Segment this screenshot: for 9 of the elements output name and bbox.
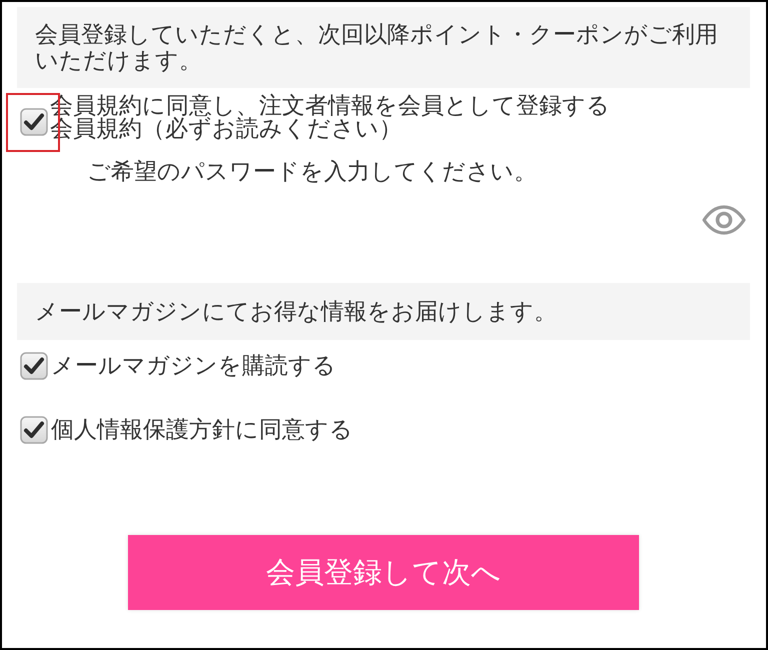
- password-prompt: ご希望のパスワードを入力してください。: [87, 159, 537, 185]
- checkbox-label[interactable]: メールマガジンを購読する: [51, 352, 336, 380]
- eye-icon[interactable]: [702, 205, 746, 235]
- checkbox-label[interactable]: 個人情報保護方針に同意する: [51, 416, 353, 444]
- checkbox[interactable]: [20, 108, 48, 136]
- notice-text: 会員登録していただくと、次回以降ポイント・クーポンがご利用いただけます。: [35, 22, 718, 74]
- notice-text: メールマガジンにてお得な情報をお届けします。: [35, 299, 557, 325]
- checkbox[interactable]: [20, 416, 48, 444]
- checkbox[interactable]: [20, 352, 48, 380]
